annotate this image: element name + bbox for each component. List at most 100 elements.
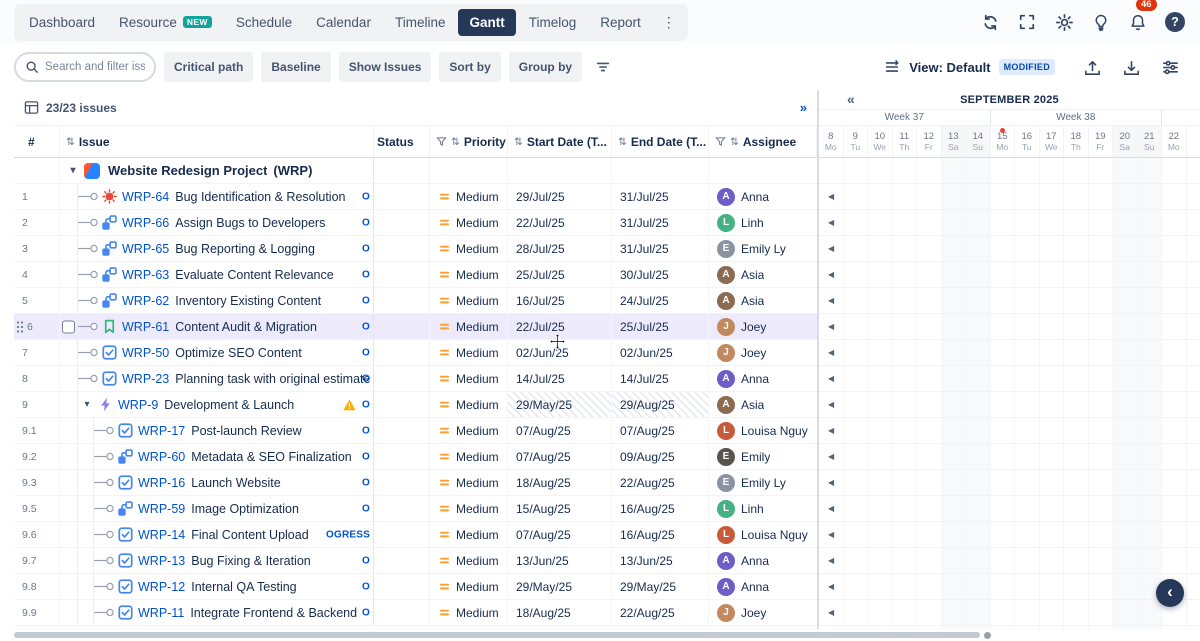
end-date-cell[interactable]: 24/Jul/25 (612, 288, 709, 313)
filter-funnel-icon[interactable] (715, 136, 726, 147)
timeline-row[interactable]: ◀ (819, 184, 1200, 210)
search-input[interactable] (45, 61, 145, 73)
column-header-assignee[interactable]: ⇅Assignee (709, 126, 817, 157)
offscreen-task-arrow-icon[interactable]: ◀ (828, 608, 834, 617)
timeline-row[interactable]: ◀ (819, 236, 1200, 262)
issue-title[interactable]: Metadata & SEO Finalization (191, 450, 352, 464)
sort-icon[interactable]: ⇅ (618, 136, 627, 148)
offscreen-task-arrow-icon[interactable]: ◀ (828, 400, 834, 409)
assignee-cell[interactable]: AAsia (709, 288, 817, 313)
offscreen-task-arrow-icon[interactable]: ◀ (828, 426, 834, 435)
issue-title[interactable]: Bug Identification & Resolution (175, 190, 345, 204)
start-date-cell[interactable]: 18/Aug/25 (508, 470, 612, 495)
end-date-cell[interactable]: 07/Aug/25 (612, 418, 709, 443)
tab-timeline[interactable]: Timeline (384, 9, 457, 36)
table-row[interactable]: 9.8WRP-12Internal QA TestingOMedium29/Ma… (14, 574, 817, 600)
issue-key-link[interactable]: WRP-61 (122, 320, 169, 334)
day-column-header[interactable]: 13Sa (942, 126, 967, 157)
issue-key-link[interactable]: WRP-50 (122, 346, 169, 360)
assignee-cell[interactable]: EEmily Ly (709, 470, 817, 495)
table-row[interactable]: 2WRP-66Assign Bugs to DevelopersOMedium2… (14, 210, 817, 236)
end-date-cell[interactable]: 31/Jul/25 (612, 210, 709, 235)
timeline-row[interactable]: ◀ (819, 574, 1200, 600)
table-row[interactable]: 7WRP-50Optimize SEO ContentOMedium02/Jun… (14, 340, 817, 366)
day-column-header[interactable]: 18Th (1064, 126, 1089, 157)
offscreen-task-arrow-icon[interactable]: ◀ (828, 374, 834, 383)
issue-title[interactable]: Assign Bugs to Developers (175, 216, 325, 230)
end-date-cell[interactable]: 25/Jul/25 (612, 314, 709, 339)
start-date-cell[interactable]: 15/Aug/25 (508, 496, 612, 521)
start-date-cell[interactable]: 25/Jul/25 (508, 262, 612, 287)
sync-icon[interactable] (979, 11, 1001, 33)
issue-title[interactable]: Planning task with original estimate (175, 372, 370, 386)
offscreen-task-arrow-icon[interactable]: ◀ (828, 296, 834, 305)
column-header-priority[interactable]: ⇅Priority (430, 126, 508, 157)
filter-icon[interactable] (590, 54, 616, 80)
dependency-link-icon[interactable] (94, 606, 114, 619)
priority-cell[interactable]: Medium (430, 210, 508, 235)
timeline-row[interactable]: ◀ (819, 288, 1200, 314)
day-column-header[interactable]: 17We (1040, 126, 1065, 157)
tab-report[interactable]: Report (589, 9, 652, 36)
start-date-cell[interactable]: 29/May/25 (508, 392, 612, 417)
tab-dashboard[interactable]: Dashboard (18, 9, 106, 36)
tab-resource[interactable]: ResourceNEW (108, 9, 223, 36)
end-date-cell[interactable]: 31/Jul/25 (612, 184, 709, 209)
dependency-link-icon[interactable] (94, 502, 114, 515)
tab-schedule[interactable]: Schedule (225, 9, 303, 36)
column-settings-icon[interactable] (1161, 58, 1180, 77)
issue-title[interactable]: Evaluate Content Relevance (175, 268, 333, 282)
issue-title[interactable]: Final Content Upload (191, 528, 308, 542)
timeline-row[interactable]: ◀ (819, 392, 1200, 418)
assignee-cell[interactable]: AAnna (709, 366, 817, 391)
priority-cell[interactable]: Medium (430, 548, 508, 573)
issue-key-link[interactable]: WRP-13 (138, 554, 185, 568)
end-date-cell[interactable]: 14/Jul/25 (612, 366, 709, 391)
issue-key-link[interactable]: WRP-12 (138, 580, 185, 594)
day-column-header[interactable]: 19Fr (1089, 126, 1114, 157)
priority-cell[interactable]: Medium (430, 314, 508, 339)
day-column-header[interactable]: 16Tu (1015, 126, 1040, 157)
priority-cell[interactable]: Medium (430, 522, 508, 547)
assignee-cell[interactable]: AAnna (709, 548, 817, 573)
column-header-num[interactable]: # (14, 126, 60, 157)
day-column-header[interactable]: 15Mo (991, 126, 1016, 157)
end-date-cell[interactable]: 22/Aug/25 (612, 600, 709, 625)
end-date-cell[interactable]: 29/Aug/25 (612, 392, 709, 417)
timeline-body[interactable]: ◀◀◀◀◀◀◀◀◀◀◀◀◀◀◀◀◀ (819, 158, 1200, 629)
end-date-cell[interactable]: 30/Jul/25 (612, 262, 709, 287)
day-column-header[interactable]: 20Sa (1113, 126, 1138, 157)
timeline-row[interactable]: ◀ (819, 548, 1200, 574)
dependency-link-icon[interactable] (94, 554, 114, 567)
assignee-cell[interactable]: LLouisa Nguy (709, 522, 817, 547)
table-row[interactable]: 9.6WRP-14Final Content UploadOGRESSMediu… (14, 522, 817, 548)
offscreen-task-arrow-icon[interactable]: ◀ (828, 504, 834, 513)
help-icon[interactable]: ? (1164, 11, 1186, 33)
priority-cell[interactable]: Medium (430, 496, 508, 521)
priority-cell[interactable]: Medium (430, 574, 508, 599)
issue-key-link[interactable]: WRP-16 (138, 476, 185, 490)
column-header-end-date[interactable]: ⇅End Date (T... (612, 126, 709, 157)
end-date-cell[interactable]: 09/Aug/25 (612, 444, 709, 469)
timeline-row[interactable]: ◀ (819, 496, 1200, 522)
offscreen-task-arrow-icon[interactable]: ◀ (828, 192, 834, 201)
timeline-row[interactable]: ◀ (819, 210, 1200, 236)
drag-handle-icon[interactable] (16, 320, 24, 334)
tab-gantt[interactable]: Gantt (458, 9, 515, 36)
timeline-row[interactable]: ◀ (819, 262, 1200, 288)
dependency-link-icon[interactable] (78, 372, 98, 385)
table-row[interactable]: 1WRP-64Bug Identification & ResolutionOM… (14, 184, 817, 210)
issue-key-link[interactable]: WRP-60 (138, 450, 185, 464)
table-row[interactable]: 8WRP-23Planning task with original estim… (14, 366, 817, 392)
offscreen-task-arrow-icon[interactable]: ◀ (828, 478, 834, 487)
scrollbar-thumb[interactable] (14, 632, 980, 638)
table-row[interactable]: 9.1WRP-17Post-launch ReviewOMedium07/Aug… (14, 418, 817, 444)
start-date-cell[interactable]: 02/Jun/25 (508, 340, 612, 365)
group-by-button[interactable]: Group by (509, 52, 582, 82)
end-date-cell[interactable]: 29/May/25 (612, 574, 709, 599)
table-row[interactable]: 9.9WRP-11Integrate Frontend & BackendOMe… (14, 600, 817, 626)
day-column-header[interactable]: 12Fr (917, 126, 942, 157)
search-box[interactable] (14, 52, 156, 82)
end-date-cell[interactable]: 22/Aug/25 (612, 470, 709, 495)
assignee-cell[interactable]: EEmily Ly (709, 236, 817, 261)
